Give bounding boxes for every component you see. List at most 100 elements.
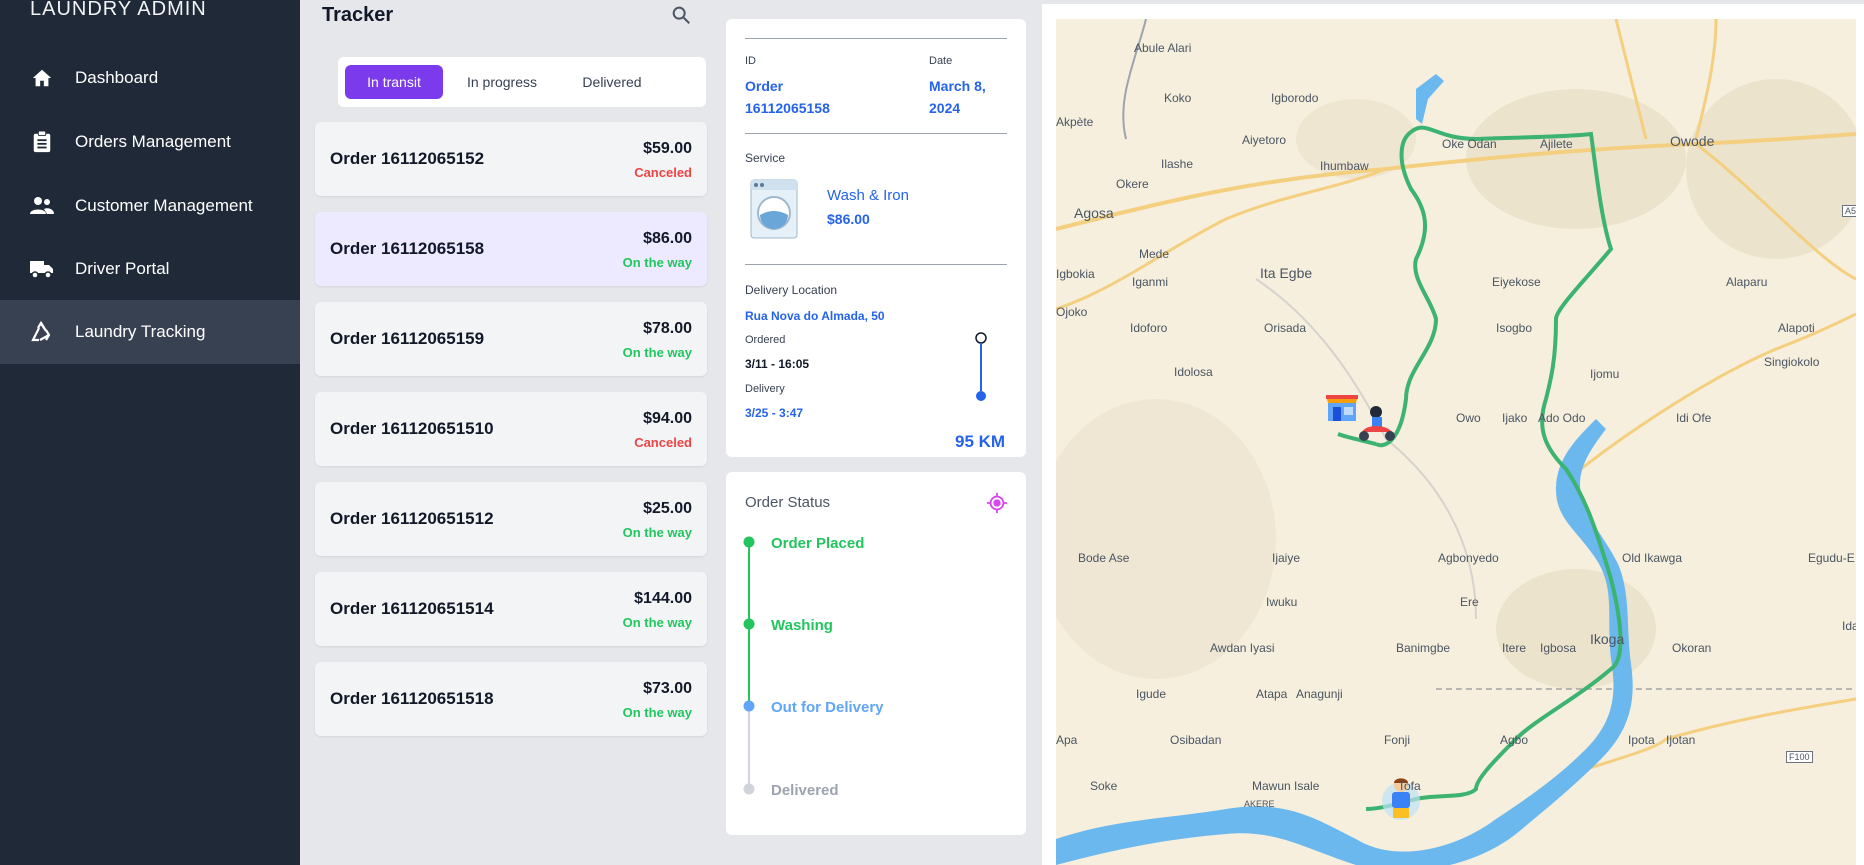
map-label: Orisada <box>1264 321 1307 335</box>
order-status: Canceled <box>634 435 692 450</box>
map-label: Iwuku <box>1266 595 1298 609</box>
status-step-delivered: Delivered <box>771 782 839 799</box>
order-name: Order 16112065152 <box>330 149 485 168</box>
service-price: $86.00 <box>827 211 870 227</box>
laundry-store-icon <box>1324 387 1360 428</box>
delivery-value: 3/25 - 3:47 <box>745 406 804 420</box>
sidebar: LAUNDRY ADMIN Dashboard Orders Managemen… <box>0 0 300 865</box>
map-label: Alaparu <box>1726 275 1768 289</box>
divider <box>745 264 1007 265</box>
map-label: Ilashe <box>1161 157 1194 171</box>
sidebar-item-driver-portal[interactable]: Driver Portal <box>0 237 300 301</box>
order-card[interactable]: Order 16112065159 $78.00 On the way <box>315 302 707 376</box>
tracker-tabs: In transit In progress Delivered <box>338 57 706 107</box>
divider <box>745 133 1007 134</box>
clipboard-icon <box>30 130 54 154</box>
map-label: Ijotan <box>1666 733 1696 747</box>
map-label: Igude <box>1136 687 1167 701</box>
truck-icon <box>30 257 54 281</box>
search-button[interactable] <box>670 4 692 26</box>
order-status: On the way <box>622 345 692 360</box>
date-label: Date <box>929 55 953 67</box>
order-name: Order 16112065159 <box>330 329 485 348</box>
driver-scooter-icon <box>1356 404 1398 449</box>
map-label: Eiyekose <box>1492 275 1541 289</box>
delivery-location-label: Delivery Location <box>745 283 838 297</box>
order-price: $25.00 <box>643 500 692 517</box>
map-label: Ijako <box>1502 411 1528 425</box>
home-icon <box>30 66 54 90</box>
ordered-value: 3/11 - 16:05 <box>745 357 810 371</box>
sidebar-item-laundry-tracking[interactable]: Laundry Tracking <box>0 300 300 364</box>
order-name: Order 16112065158 <box>330 239 485 258</box>
order-details-card: ID Date Order 16112065158 March 8, 2024 … <box>726 19 1026 457</box>
order-id-value: Order 16112065158 <box>745 75 830 119</box>
road-shield: A5 <box>1842 205 1856 217</box>
map-label: Idi Ofe <box>1676 411 1712 425</box>
map-label: Ojoko <box>1056 305 1088 319</box>
search-icon <box>670 6 692 30</box>
distance-value: 95 KM <box>955 432 1006 451</box>
recycle-icon <box>30 320 54 344</box>
order-date-line: 2024 <box>929 100 961 116</box>
order-card[interactable]: Order 161120651514 $144.00 On the way <box>315 572 707 646</box>
map-label: Mawun Isale <box>1252 779 1320 793</box>
order-card[interactable]: Order 161120651518 $73.00 On the way <box>315 662 707 736</box>
map-label: Ere <box>1460 595 1479 609</box>
order-status: On the way <box>622 255 692 270</box>
map-label: Owo <box>1456 411 1481 425</box>
order-card[interactable]: Order 161120651510 $94.00 Canceled <box>315 392 707 466</box>
order-name: Order 161120651514 <box>330 599 494 618</box>
order-status: On the way <box>622 525 692 540</box>
order-status: Canceled <box>634 165 692 180</box>
order-card[interactable]: Order 161120651512 $25.00 On the way <box>315 482 707 556</box>
map-label: Osibadan <box>1170 733 1222 747</box>
order-price: $144.00 <box>634 590 692 607</box>
map-label: Fonji <box>1384 733 1411 747</box>
map-label: Okere <box>1116 177 1149 191</box>
id-label: ID <box>745 55 756 67</box>
order-name: Order 161120651510 <box>330 419 494 438</box>
sidebar-item-label: Driver Portal <box>75 259 170 278</box>
order-card[interactable]: Order 16112065158 $86.00 On the way <box>315 212 707 286</box>
order-price: $94.00 <box>643 410 692 427</box>
map-label: Owode <box>1670 133 1715 149</box>
service-label: Service <box>745 151 786 165</box>
ordered-label: Ordered <box>745 334 786 346</box>
sidebar-item-label: Laundry Tracking <box>75 322 206 341</box>
map-label: Idoforo <box>1130 321 1168 335</box>
tab-in-transit[interactable]: In transit <box>345 65 443 99</box>
order-status: On the way <box>622 705 692 720</box>
order-name: Order 161120651518 <box>330 689 494 708</box>
order-date-value: March 8, 2024 <box>929 75 986 119</box>
tab-in-progress[interactable]: In progress <box>453 65 551 99</box>
map-label: Ihumbaw <box>1320 159 1369 173</box>
order-price: $78.00 <box>643 320 692 337</box>
map-label: Koko <box>1164 91 1192 105</box>
sidebar-item-orders-management[interactable]: Orders Management <box>0 110 300 174</box>
map-label: Ipota <box>1628 733 1655 747</box>
delivery-map[interactable]: Abule Alari Koko Igborodo Akpète Aiyetor… <box>1056 19 1856 865</box>
map-label: Anagunji <box>1296 687 1343 701</box>
order-price: $73.00 <box>643 680 692 697</box>
map-label: Ijomu <box>1590 367 1620 381</box>
sidebar-item-label: Orders Management <box>75 132 231 151</box>
map-label: Akpète <box>1056 115 1094 129</box>
sidebar-item-dashboard[interactable]: Dashboard <box>0 46 300 110</box>
map-label: Atapa <box>1256 687 1288 701</box>
service-name: Wash & Iron <box>827 187 909 204</box>
order-id-line: Order <box>745 78 784 94</box>
locate-button[interactable] <box>986 492 1008 519</box>
tab-delivered[interactable]: Delivered <box>563 65 661 99</box>
road-shield: F100 <box>1786 751 1813 763</box>
map-label: Apa <box>1056 733 1078 747</box>
map-label: Singiokolo <box>1764 355 1820 369</box>
status-step-order-placed: Order Placed <box>771 535 865 552</box>
map-label: Alapoti <box>1778 321 1815 335</box>
order-date-line: March 8, <box>929 78 986 94</box>
distance-indicator-icon <box>974 331 988 408</box>
map-panel: Abule Alari Koko Igborodo Akpète Aiyetor… <box>1042 4 1864 865</box>
locate-icon <box>986 492 1008 518</box>
order-card[interactable]: Order 16112065152 $59.00 Canceled <box>315 122 707 196</box>
sidebar-item-customer-management[interactable]: Customer Management <box>0 174 300 238</box>
